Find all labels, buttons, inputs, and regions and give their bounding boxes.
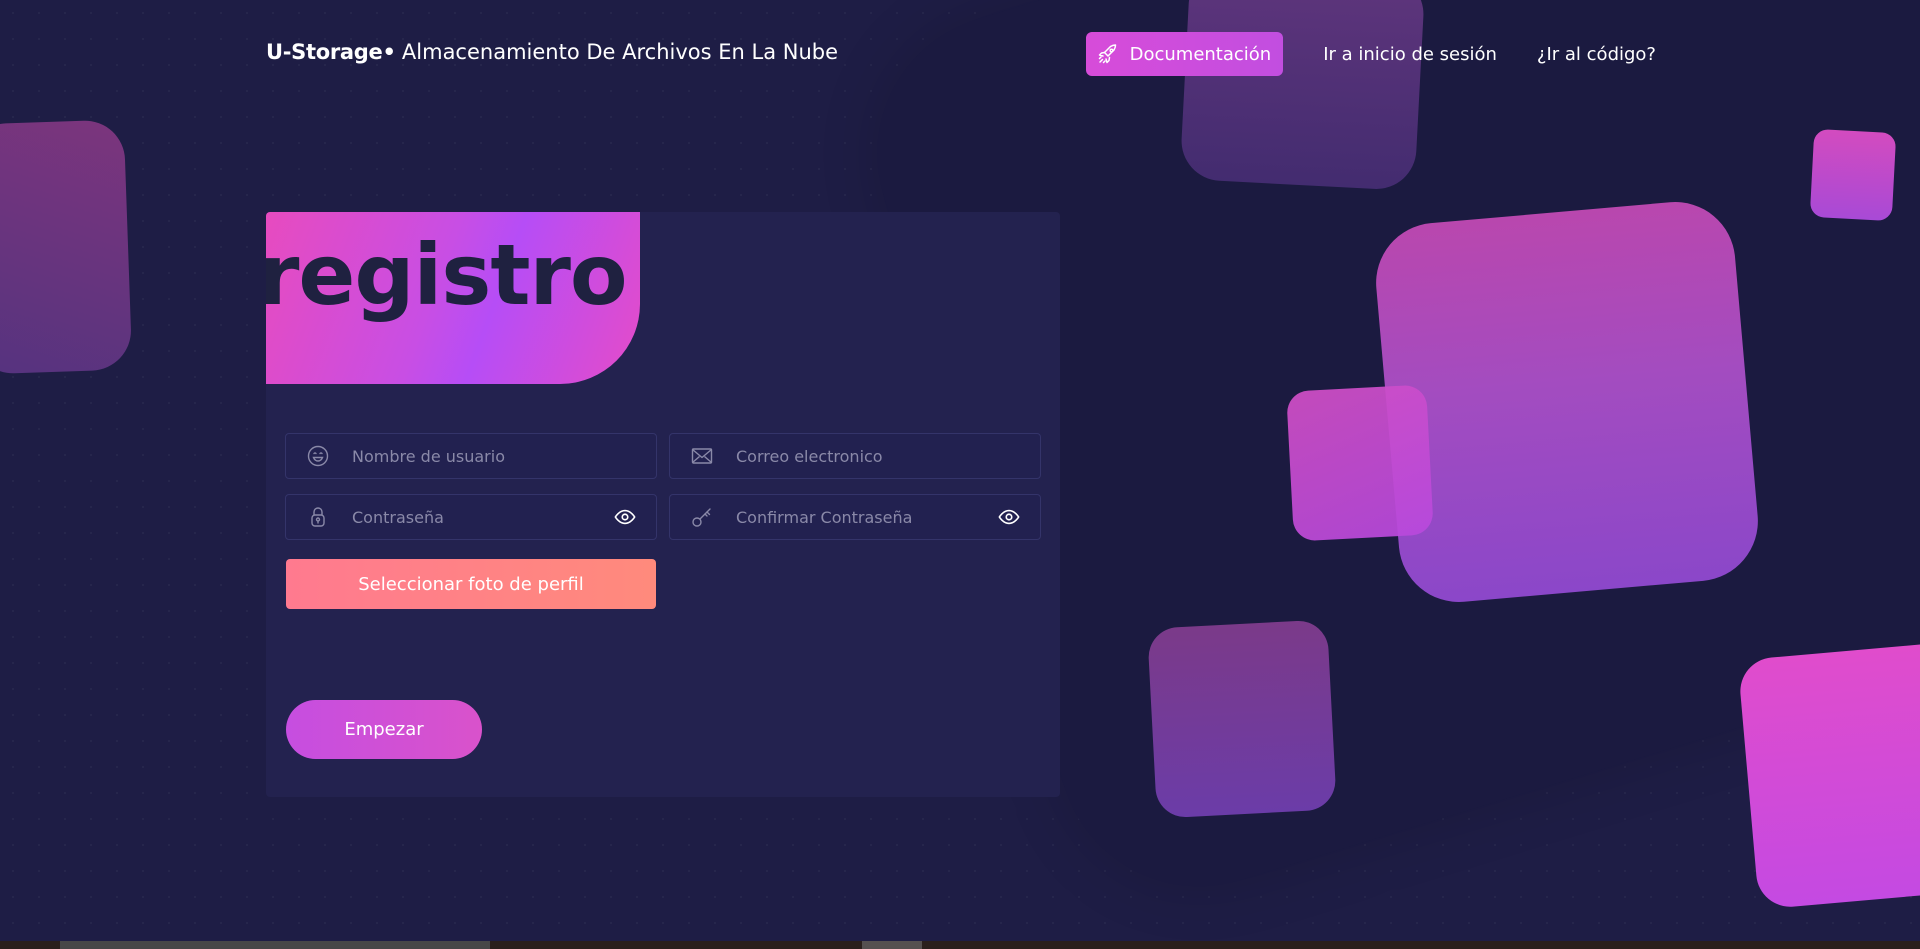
confirm-password-input[interactable] bbox=[734, 506, 998, 528]
eye-icon[interactable] bbox=[998, 506, 1020, 528]
rocket-icon bbox=[1098, 44, 1116, 64]
decorative-square bbox=[0, 119, 133, 375]
decorative-square bbox=[1737, 640, 1920, 910]
eye-icon[interactable] bbox=[614, 506, 636, 528]
decorative-square bbox=[1147, 619, 1337, 819]
brand[interactable]: U-Storage• Almacenamiento De Archivos En … bbox=[266, 40, 838, 64]
decorative-square bbox=[1286, 384, 1434, 542]
taskbar-item bbox=[862, 941, 922, 949]
lock-icon bbox=[311, 507, 325, 527]
smile-icon bbox=[307, 445, 329, 467]
brand-name: U-Storage bbox=[266, 40, 383, 64]
bottom-strip bbox=[0, 941, 1920, 949]
form-title: registro bbox=[266, 226, 628, 324]
decorative-square bbox=[1371, 197, 1763, 607]
decorative-square bbox=[1179, 0, 1426, 192]
brand-dot: • bbox=[382, 40, 396, 64]
top-nav: Documentación Ir a inicio de sesión ¿Ir … bbox=[1085, 32, 1656, 76]
documentation-button[interactable]: Documentación bbox=[1085, 32, 1284, 76]
taskbar-item bbox=[60, 941, 490, 949]
header: U-Storage• Almacenamiento De Archivos En … bbox=[266, 30, 1656, 78]
page: U-Storage• Almacenamiento De Archivos En … bbox=[0, 0, 1920, 949]
login-link[interactable]: Ir a inicio de sesión bbox=[1323, 44, 1497, 65]
username-input[interactable] bbox=[350, 445, 656, 467]
title-banner: registro bbox=[266, 212, 640, 384]
select-photo-button[interactable]: Seleccionar foto de perfil bbox=[286, 559, 656, 609]
email-input[interactable] bbox=[734, 445, 1040, 467]
username-field bbox=[285, 433, 657, 479]
decorative-square bbox=[1809, 128, 1897, 222]
code-link[interactable]: ¿Ir al código? bbox=[1537, 44, 1656, 65]
register-card: registro Nombre de usuario Correo electr… bbox=[266, 212, 1060, 797]
password-field bbox=[285, 494, 657, 540]
documentation-label: Documentación bbox=[1129, 43, 1272, 65]
password-input[interactable] bbox=[350, 506, 614, 528]
start-button[interactable]: Empezar bbox=[286, 700, 482, 759]
email-field bbox=[669, 433, 1041, 479]
envelope-icon bbox=[691, 448, 713, 464]
confirm-password-field bbox=[669, 494, 1041, 540]
brand-tagline: Almacenamiento De Archivos En La Nube bbox=[401, 40, 839, 64]
key-icon bbox=[692, 508, 711, 527]
